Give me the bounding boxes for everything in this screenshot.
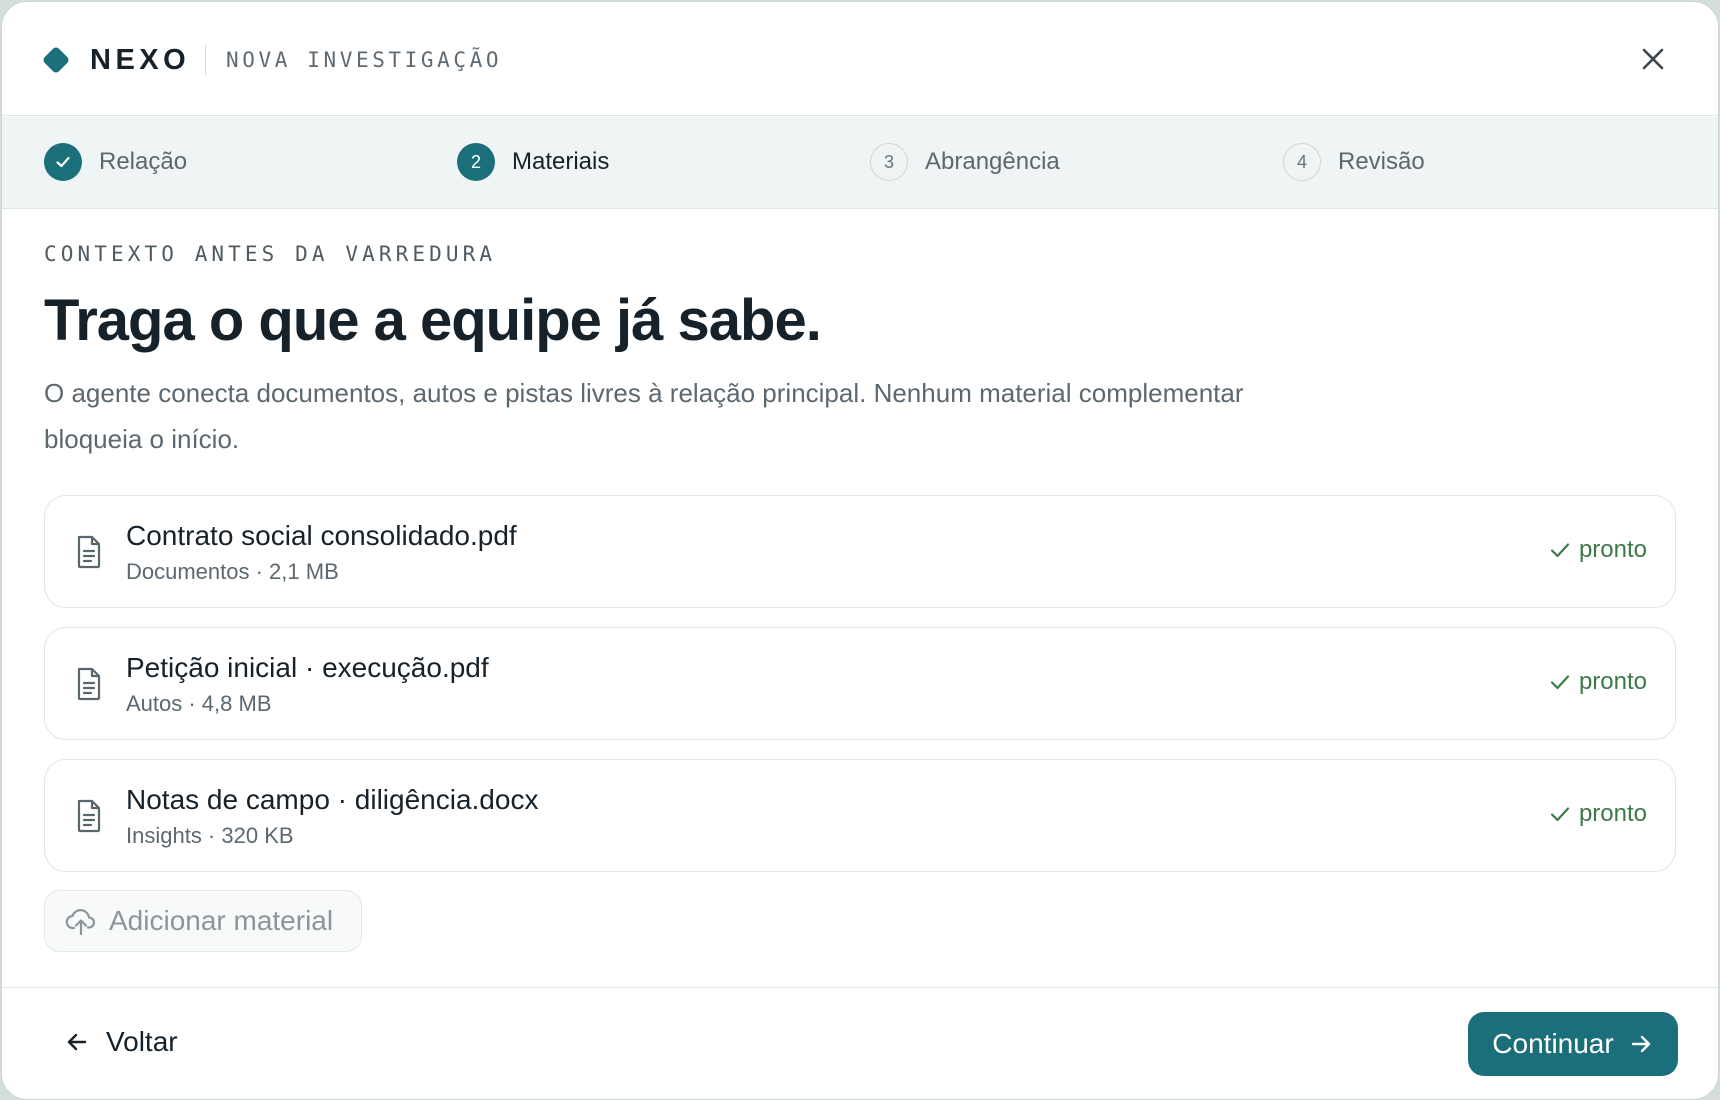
- page-description: O agente conecta documentos, autos e pis…: [44, 378, 1244, 454]
- page-title: Traga o que a equipe já sabe.: [44, 288, 822, 353]
- dialog-header: NEXO NOVA INVESTIGAÇÃO: [2, 2, 1718, 116]
- back-label: Voltar: [106, 1026, 178, 1057]
- diamond-logo-icon: [43, 47, 69, 73]
- step-label: Relação: [99, 148, 188, 175]
- document-icon: [77, 535, 101, 569]
- add-material-button[interactable]: Adicionar material: [44, 890, 362, 952]
- step-revisao[interactable]: 4 Revisão: [1283, 142, 1425, 182]
- step-label: Abrangência: [925, 148, 1060, 175]
- continue-button[interactable]: Continuar: [1468, 1012, 1678, 1076]
- continue-label: Continuar: [1492, 1028, 1614, 1059]
- close-icon: [1642, 48, 1664, 70]
- step-status-circle: [44, 143, 82, 181]
- material-item[interactable]: Notas de campo · diligência.docx Insight…: [44, 759, 1676, 872]
- dialog-footer: Voltar Continuar: [2, 987, 1718, 1099]
- section-eyebrow: CONTEXTO ANTES DA VARREDURA: [44, 242, 497, 266]
- dialog-subtitle: NOVA INVESTIGAÇÃO: [226, 48, 503, 72]
- material-meta: Autos · 4,8 MB: [126, 691, 272, 716]
- add-material-label: Adicionar material: [109, 905, 334, 936]
- progress-stepper: Relação 2 Materiais 3 Abrangência 4 Revi…: [2, 117, 1718, 209]
- check-icon: [1550, 543, 1570, 558]
- new-investigation-dialog: NEXO NOVA INVESTIGAÇÃO Relação 2 Materia…: [1, 1, 1719, 1100]
- step-label: Materiais: [512, 148, 610, 175]
- material-meta: Insights · 320 KB: [126, 823, 294, 848]
- arrow-left-icon: [67, 1033, 87, 1051]
- document-icon: [77, 799, 101, 833]
- material-name: Petição inicial · execução.pdf: [126, 652, 489, 683]
- close-button[interactable]: [1635, 40, 1671, 78]
- material-meta: Documentos · 2,1 MB: [126, 559, 339, 584]
- step-materiais[interactable]: 2 Materiais: [457, 142, 609, 182]
- check-icon: [56, 156, 70, 168]
- arrow-right-icon: [1631, 1035, 1650, 1053]
- back-button[interactable]: Voltar: [64, 1026, 178, 1058]
- cloud-upload-icon: [65, 909, 96, 935]
- status-label: pronto: [1578, 536, 1647, 563]
- check-icon: [1550, 675, 1570, 690]
- step-number: 4: [1283, 143, 1321, 181]
- material-status: pronto: [1549, 668, 1647, 696]
- step-abrangencia[interactable]: 3 Abrangência: [870, 142, 1060, 182]
- brand-name: NEXO: [90, 44, 191, 76]
- material-status: pronto: [1549, 536, 1647, 564]
- material-name: Contrato social consolidado.pdf: [126, 520, 517, 551]
- document-icon: [77, 667, 101, 701]
- step-number: 2: [457, 143, 495, 181]
- material-name: Notas de campo · diligência.docx: [126, 784, 539, 815]
- material-item[interactable]: Petição inicial · execução.pdf Autos · 4…: [44, 627, 1676, 740]
- header-divider: [205, 45, 206, 75]
- step-relacao[interactable]: Relação: [44, 142, 187, 182]
- status-label: pronto: [1578, 668, 1647, 695]
- material-item[interactable]: Contrato social consolidado.pdf Document…: [44, 495, 1676, 608]
- status-label: pronto: [1578, 800, 1647, 827]
- step-number: 3: [870, 143, 908, 181]
- material-status: pronto: [1549, 800, 1647, 828]
- check-icon: [1550, 807, 1570, 822]
- step-label: Revisão: [1338, 148, 1425, 175]
